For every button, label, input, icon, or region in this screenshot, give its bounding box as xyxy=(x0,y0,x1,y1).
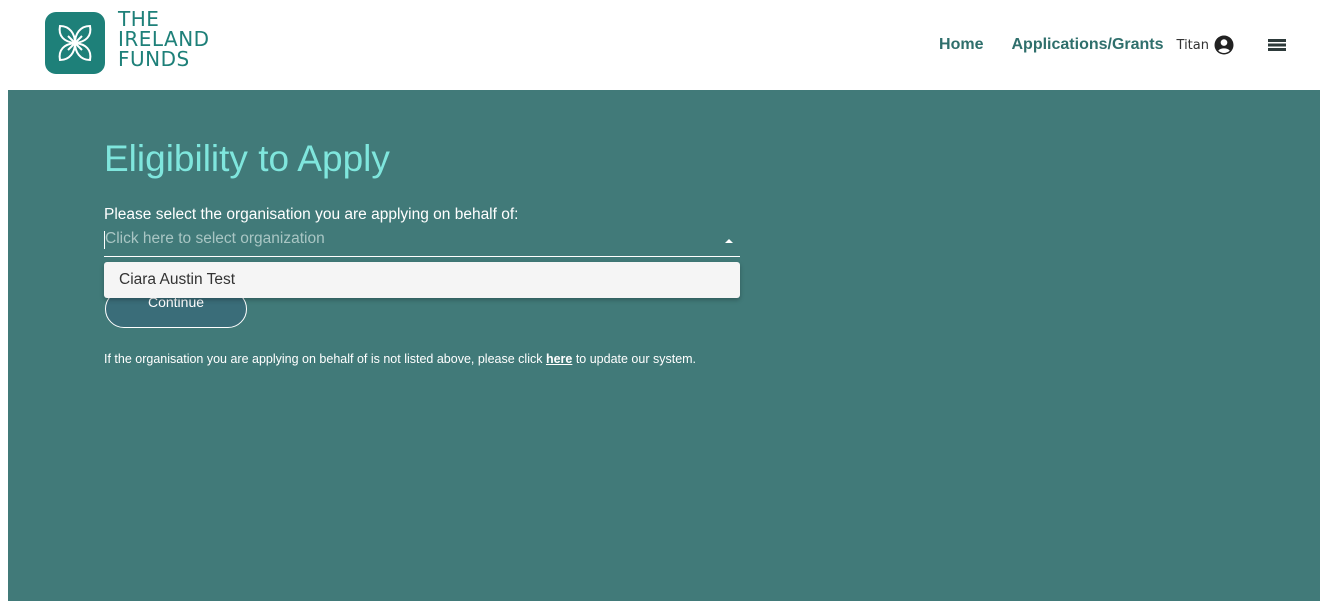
nav-home-link[interactable]: Home xyxy=(939,36,983,54)
update-system-link[interactable]: here xyxy=(546,352,572,366)
user-circle-icon xyxy=(1214,35,1234,55)
logo-line-3: FUNDS xyxy=(118,47,190,71)
organization-select[interactable]: Click here to select organization xyxy=(104,227,740,257)
user-name: Titan xyxy=(1176,37,1209,53)
dropdown-option[interactable]: Ciara Austin Test xyxy=(104,262,740,298)
caret-up-icon[interactable] xyxy=(724,238,734,244)
select-label: Please select the organisation you are a… xyxy=(104,206,519,223)
logo-line-1: THE xyxy=(118,7,160,31)
info-text-after: to update our system. xyxy=(572,352,697,366)
info-text-before: If the organisation you are applying on … xyxy=(104,352,546,366)
logo-wordmark[interactable]: THE IRELAND FUNDS xyxy=(118,9,210,69)
logo-line-2: IRELAND xyxy=(118,27,210,51)
logo-icon[interactable] xyxy=(45,12,105,74)
hamburger-menu-icon[interactable] xyxy=(1268,38,1286,52)
main-nav: Home Applications/Grants Titan xyxy=(911,33,1286,57)
nav-applications-link[interactable]: Applications/Grants xyxy=(1012,36,1164,54)
organization-dropdown: Ciara Austin Test xyxy=(104,262,740,298)
user-menu[interactable]: Titan xyxy=(1177,35,1234,55)
page-title: Eligibility to Apply xyxy=(104,138,390,179)
select-placeholder: Click here to select organization xyxy=(105,230,325,247)
site-header: THE IRELAND FUNDS Home Applications/Gran… xyxy=(0,0,1320,90)
main-content: Eligibility to Apply Please select the o… xyxy=(8,90,1320,601)
dropdown-option-label: Ciara Austin Test xyxy=(119,271,236,288)
info-text: If the organisation you are applying on … xyxy=(104,352,696,366)
